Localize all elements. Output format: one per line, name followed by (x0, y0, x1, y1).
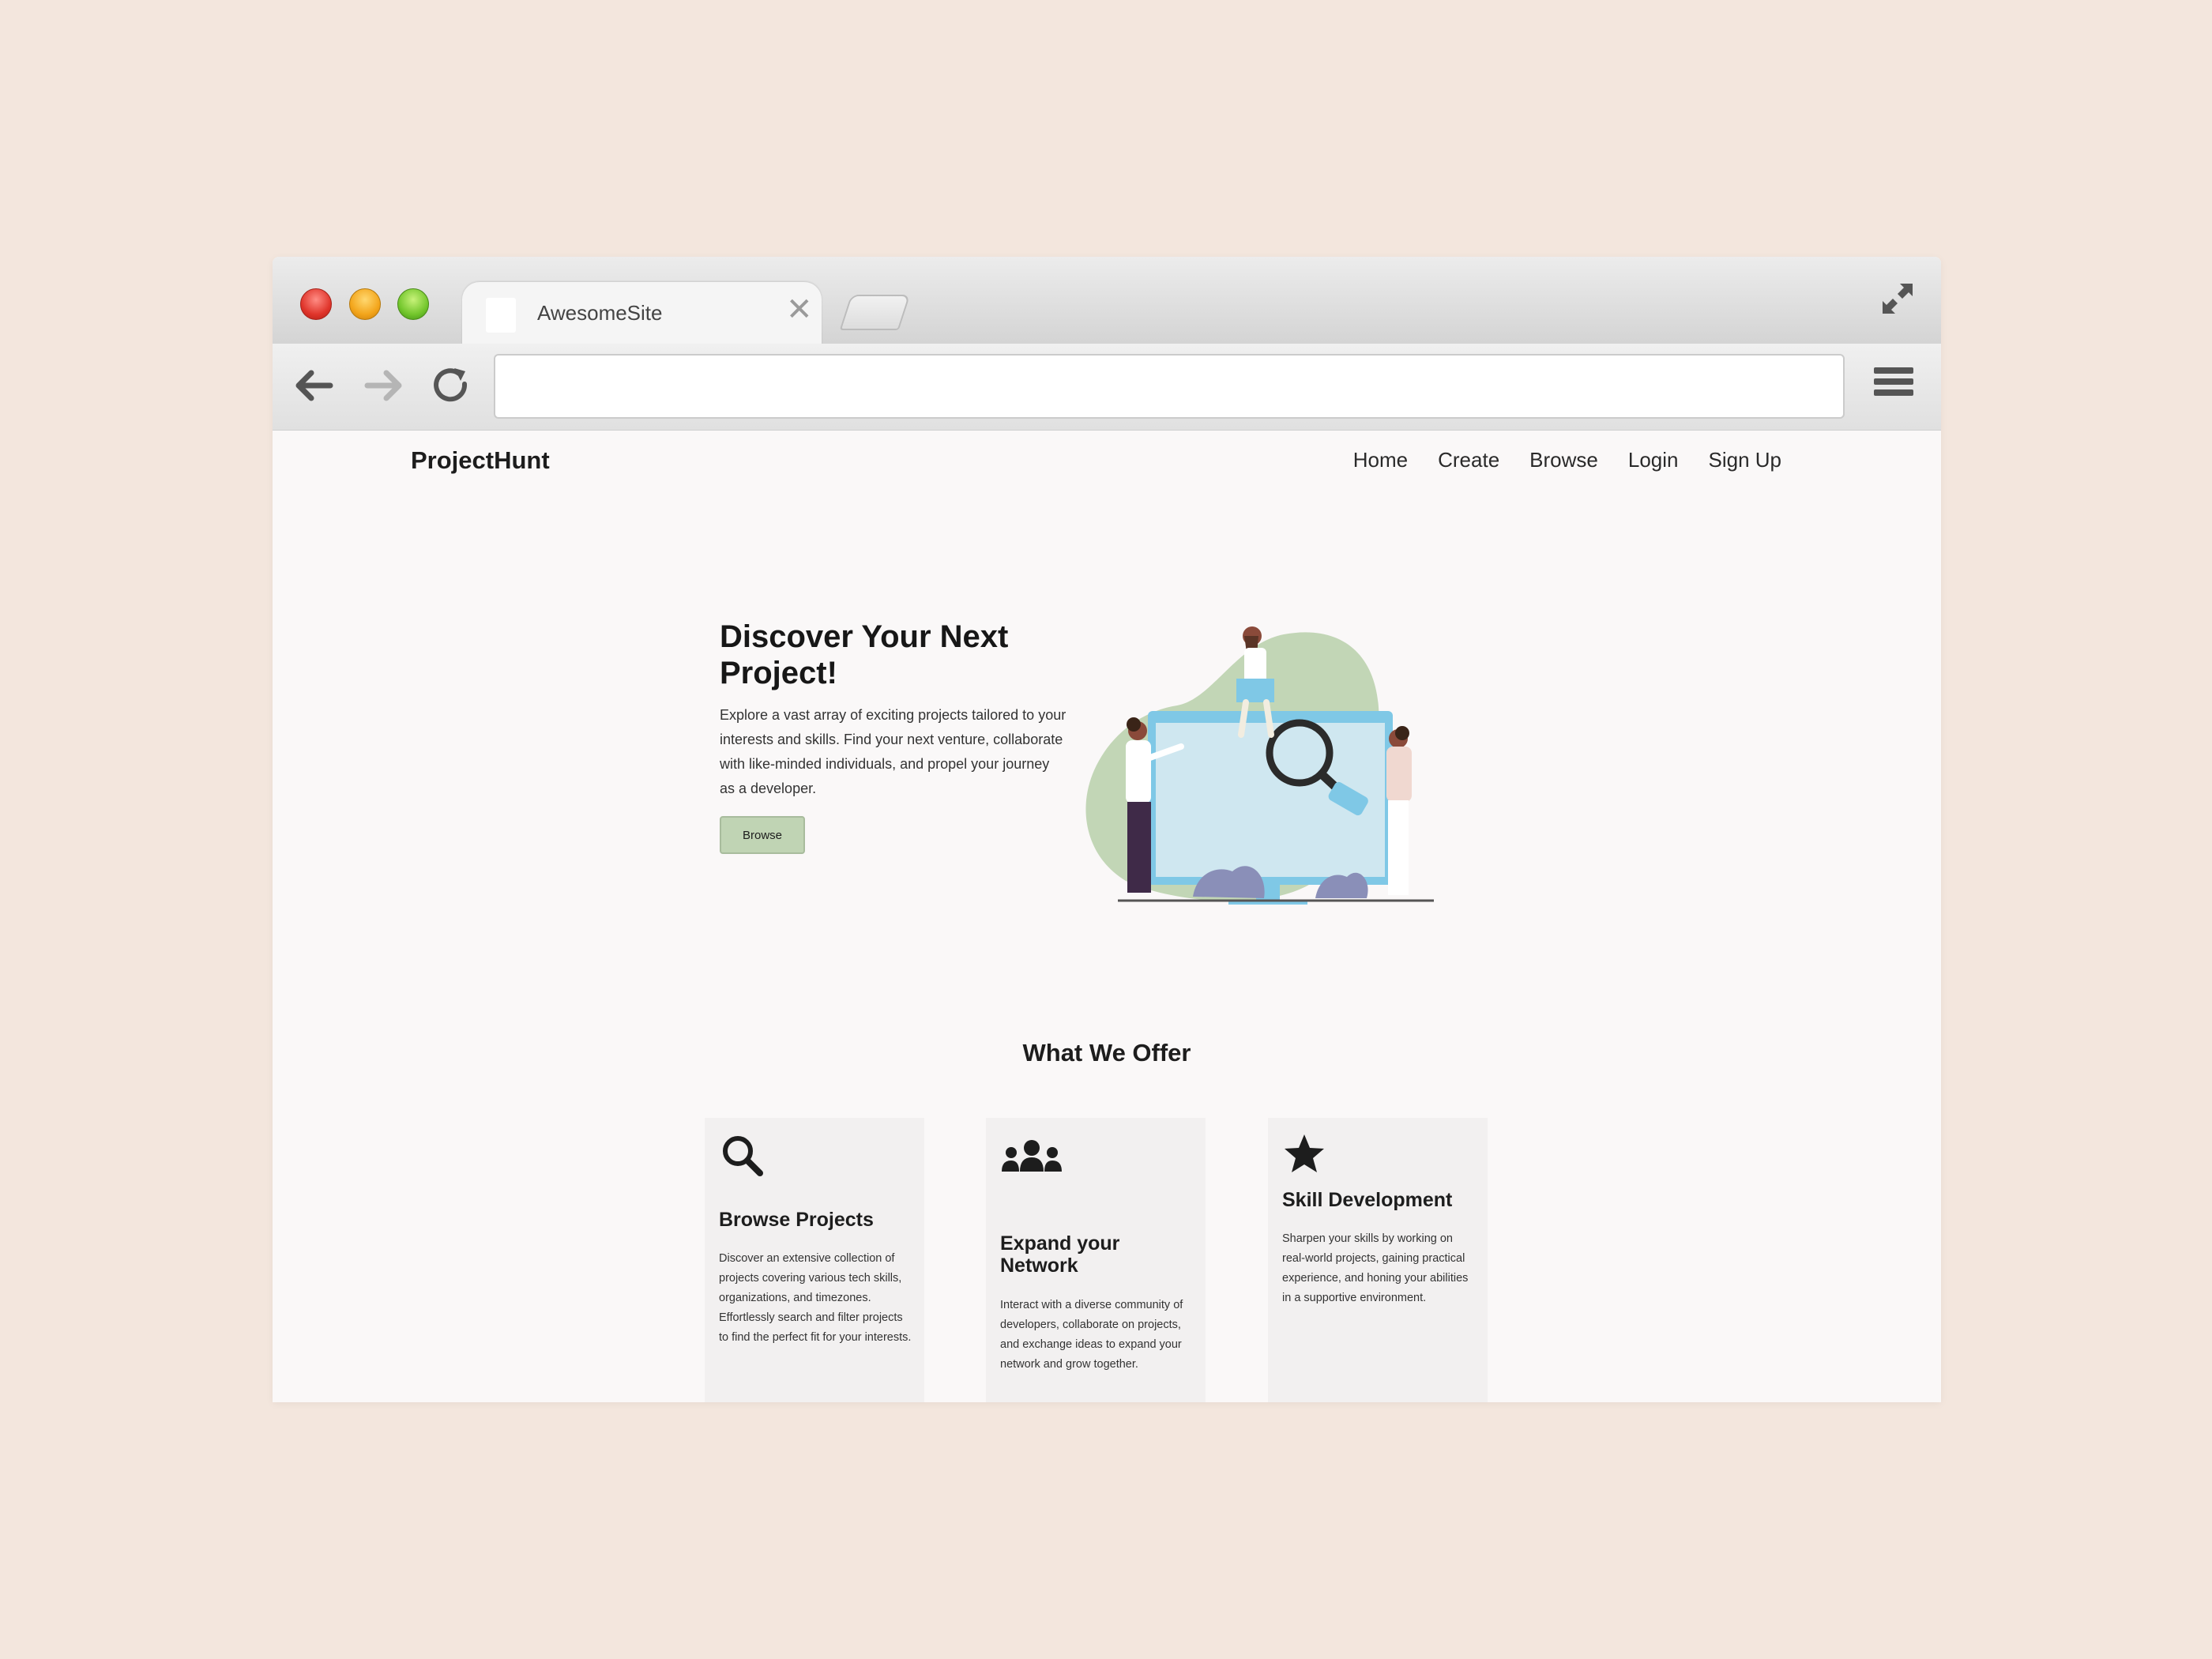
card-text: Interact with a diverse community of dev… (1000, 1299, 1183, 1371)
new-tab-button[interactable] (839, 295, 911, 330)
website-content: ProjectHunt Home Create Browse Login Sig… (273, 431, 1941, 1402)
nav-link-login[interactable]: Login (1628, 448, 1679, 472)
hero-description: Explore a vast array of exciting project… (720, 707, 1066, 796)
feature-card-browse: Browse Projects Discover an extensive co… (705, 1118, 924, 1402)
forward-arrow-icon[interactable] (361, 363, 405, 408)
maximize-window-button[interactable] (397, 288, 429, 320)
card-text: Discover an extensive collection of proj… (719, 1252, 912, 1344)
site-logo[interactable]: ProjectHunt (411, 446, 550, 475)
page-favicon-icon (486, 298, 516, 333)
section-title: What We Offer (1022, 1039, 1191, 1066)
feature-card-skills: Skill Development Sharpen your skills by… (1268, 1118, 1488, 1402)
users-icon (1002, 1140, 1062, 1172)
browser-titlebar: AwesomeSite ✕ (273, 257, 1941, 345)
card-text: Sharpen your skills by working on real-w… (1282, 1232, 1469, 1304)
close-window-button[interactable] (300, 288, 332, 320)
minimize-window-button[interactable] (349, 288, 381, 320)
reload-icon[interactable] (429, 363, 473, 408)
nav-link-signup[interactable]: Sign Up (1709, 448, 1782, 472)
tab-title: AwesomeSite (537, 301, 663, 325)
browser-window: AwesomeSite ✕ ProjectHunt Home Create Br… (273, 257, 1941, 1402)
hamburger-menu-icon[interactable] (1874, 367, 1913, 402)
browser-tab[interactable]: AwesomeSite ✕ (462, 282, 822, 345)
card-title: Expand your Network (1000, 1232, 1120, 1277)
hero-title: Discover Your Next Project! (720, 619, 1009, 690)
star-icon (1285, 1134, 1324, 1172)
nav-link-create[interactable]: Create (1438, 448, 1499, 472)
feature-card-network: Expand your Network Interact with a dive… (986, 1118, 1206, 1402)
nav-link-browse[interactable]: Browse (1529, 448, 1598, 472)
card-title: Skill Development (1282, 1189, 1453, 1211)
back-arrow-icon[interactable] (292, 363, 337, 408)
tab-close-icon[interactable]: ✕ (786, 294, 813, 325)
hero-illustration (1085, 626, 1434, 905)
fullscreen-icon[interactable] (1878, 279, 1917, 318)
site-nav: Home Create Browse Login Sign Up (1353, 448, 1781, 472)
address-bar-input[interactable] (494, 354, 1845, 419)
browse-button[interactable]: Browse (720, 816, 805, 854)
nav-link-home[interactable]: Home (1353, 448, 1408, 472)
card-title: Browse Projects (719, 1209, 874, 1231)
search-icon (723, 1136, 763, 1176)
